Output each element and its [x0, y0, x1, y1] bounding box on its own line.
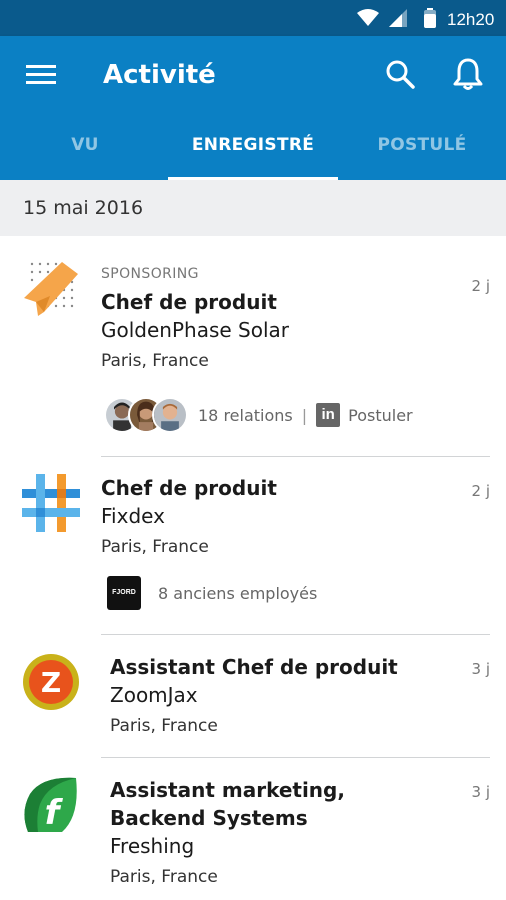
status-time: 12h20 [447, 10, 495, 29]
insight-separator: | [301, 405, 308, 425]
job-details: Chef de produit Fixdex Paris, France [101, 474, 277, 561]
tab-vu[interactable]: VU [0, 128, 170, 180]
job-title[interactable]: Assistant Chef de produit [110, 653, 398, 681]
freshing-leaf-logo: f [24, 777, 77, 833]
job-details: SPONSORING Chef de produit GoldenPhase S… [101, 264, 289, 375]
fjord-company-logo: FJORD [107, 576, 141, 610]
company-name: Fixdex [101, 504, 165, 528]
cell-signal-icon [389, 9, 407, 27]
wifi-icon [357, 9, 379, 26]
tab-enregistre[interactable]: ENREGISTRÉ [168, 128, 338, 180]
job-title[interactable]: Chef de produit [101, 288, 289, 316]
posted-age: 3 j [471, 783, 490, 801]
job-card[interactable]: SPONSORING Chef de produit GoldenPhase S… [0, 236, 506, 456]
app-bar: Activité VU ENREGISTRÉ POSTULÉ [0, 36, 506, 181]
tab-postule[interactable]: POSTULÉ [338, 128, 506, 180]
job-location: Paris, France [110, 867, 218, 887]
posted-age: 2 j [471, 277, 490, 295]
relations-count: 18 relations [198, 405, 293, 425]
zoomjax-logo-letter: Z [41, 666, 61, 699]
company-name: GoldenPhase Solar [101, 318, 290, 342]
notifications-bell-icon[interactable] [452, 57, 484, 91]
job-insights: FJORD 8 anciens employés [107, 576, 317, 610]
connection-avatars [104, 397, 190, 433]
tab-bar: VU ENREGISTRÉ POSTULÉ [0, 128, 506, 181]
job-location: Paris, France [110, 716, 218, 736]
menu-icon[interactable] [22, 60, 62, 90]
zoomjax-logo: Z [23, 654, 79, 710]
alumni-count: 8 anciens employés [158, 583, 318, 603]
page-title: Activité [103, 60, 216, 90]
job-card[interactable]: Chef de produit Fixdex Paris, France 2 j… [0, 457, 506, 634]
posted-age: 2 j [471, 482, 490, 500]
fixdex-hashtag-logo [22, 474, 80, 532]
company-name: ZoomJax [110, 683, 198, 707]
job-card[interactable]: Z Assistant Chef de produit ZoomJax Pari… [0, 635, 506, 757]
avatar [152, 397, 188, 433]
posted-age: 3 j [471, 660, 490, 678]
status-bar: 12h20 [0, 0, 506, 36]
date-header: 15 mai 2016 [0, 180, 506, 236]
sponsored-label: SPONSORING [101, 266, 199, 282]
job-title[interactable]: Chef de produit [101, 474, 277, 502]
company-name: Freshing [110, 834, 195, 858]
job-title-line2[interactable]: Backend Systems [110, 804, 345, 832]
search-icon[interactable] [384, 58, 416, 90]
battery-icon [424, 8, 436, 28]
date-label: 15 mai 2016 [23, 197, 144, 219]
job-card[interactable]: f Assistant marketing, Backend Systems F… [0, 758, 506, 900]
job-insights: 18 relations | in Postuler [104, 397, 413, 433]
job-details: Assistant Chef de produit ZoomJax Paris,… [110, 653, 398, 740]
linkedin-apply-icon: in [316, 403, 341, 427]
apply-link[interactable]: Postuler [348, 406, 412, 425]
golden-ribbon-logo [24, 262, 78, 316]
job-title[interactable]: Assistant marketing, [110, 776, 345, 804]
job-details: Assistant marketing, Backend Systems Fre… [110, 776, 345, 891]
job-location: Paris, France [101, 537, 209, 557]
job-location: Paris, France [101, 351, 209, 371]
